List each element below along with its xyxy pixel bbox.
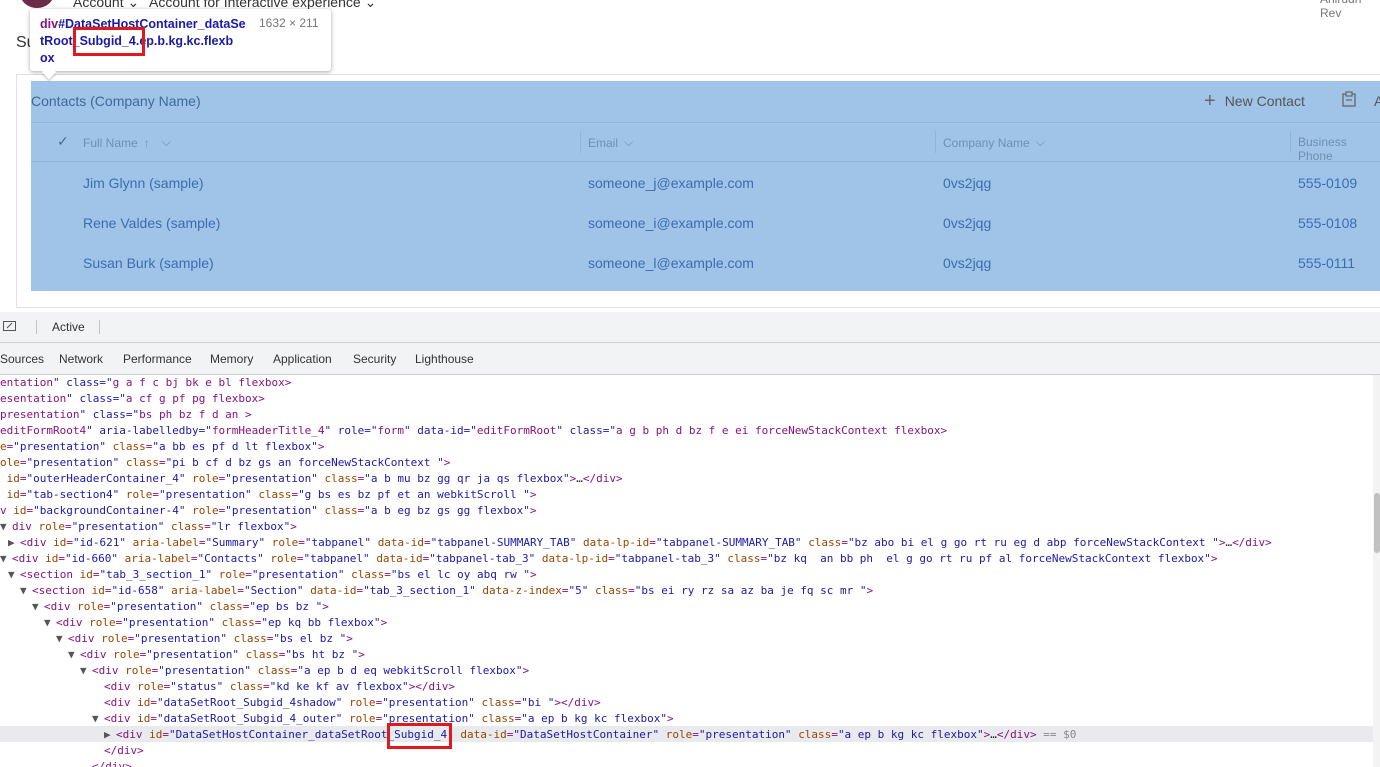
disclosure-triangle-icon[interactable]: ▼ (44, 615, 56, 631)
devtools-status-label: Active (52, 320, 85, 334)
disclosure-triangle-icon[interactable]: ▼ (80, 663, 92, 679)
disclosure-triangle-icon[interactable]: ▶ (8, 535, 20, 551)
clipboard-icon[interactable] (1342, 91, 1356, 107)
dom-node-line[interactable]: entation" class="g a f c bj bk e bl flex… (0, 375, 291, 391)
toolbar-divider (99, 320, 100, 334)
tooltip-selector: div#DataSetHostContainer_dataSe tRoot_Sub… (40, 17, 246, 65)
dom-node-line[interactable]: <div id="dataSetRoot_Subgid_4shadow" rol… (104, 695, 601, 711)
dom-node-line[interactable]: id="outerHeaderContainer_4" role="presen… (0, 471, 623, 487)
devtools-status-bar: Active (0, 312, 1380, 343)
scrollbar-track[interactable] (1373, 375, 1380, 767)
chevron-down-icon: ⌵ (624, 135, 634, 149)
tab-network[interactable]: Network (59, 352, 103, 366)
disclosure-triangle-icon[interactable]: ▶ (104, 727, 116, 743)
plus-icon: + (1204, 90, 1216, 112)
dom-node-line[interactable]: ▼ <div role="presentation" class="ep bs b… (32, 599, 329, 615)
entity-avatar (20, 0, 54, 8)
row-company-link[interactable]: 0vs2jqg (943, 215, 991, 231)
column-separator[interactable] (580, 131, 581, 153)
dom-node-line[interactable]: ole="presentation" class="pi b cf d bz g… (0, 455, 450, 471)
dom-node-line[interactable]: presentation" class="bs ph bz f d an > (0, 407, 252, 423)
column-separator[interactable] (1290, 131, 1291, 153)
undock-icon[interactable] (3, 321, 16, 331)
column-header-divider (31, 161, 1380, 162)
row-full-name-link[interactable]: Jim Glynn (sample) (83, 175, 204, 191)
dom-node-line[interactable]: </div> (92, 759, 132, 767)
disclosure-triangle-icon[interactable]: ▼ (8, 567, 20, 583)
dom-node-line[interactable]: ▼ <div role="presentation" class="ep kq b… (44, 615, 387, 631)
column-header-email[interactable]: Email ⌵ (588, 135, 633, 150)
dom-node-line[interactable]: ▼ <section id="id-658" aria-label="Sectio… (20, 583, 873, 599)
tab-performance[interactable]: Performance (123, 352, 192, 366)
row-company-link[interactable]: 0vs2jqg (943, 175, 991, 191)
toolbar-divider (36, 320, 37, 334)
new-contact-label: New Contact (1224, 93, 1305, 109)
tab-application[interactable]: Application (273, 352, 332, 366)
more-commands-partial[interactable]: A (1374, 93, 1380, 109)
disclosure-triangle-icon[interactable]: ▼ (68, 647, 80, 663)
row-phone[interactable]: 555-0111 (1298, 255, 1355, 271)
dom-node-line[interactable]: ▶ <div id="id-621" aria-label="Summary" r… (8, 535, 1272, 551)
element-inspector-tooltip: div#DataSetHostContainer_dataSe tRoot_Sub… (30, 9, 331, 71)
chevron-down-icon: ⌄ (364, 0, 377, 10)
row-full-name-link[interactable]: Rene Valdes (sample) (83, 215, 220, 231)
devtools-tabs: Sources Network Performance Memory Appli… (0, 343, 1380, 375)
dom-node-line[interactable]: e="presentation" class="a bb es pf d lt … (0, 439, 325, 455)
dom-node-line[interactable]: esentation" class="a cf g pf pg flexbox> (0, 391, 265, 407)
row-phone[interactable]: 555-0109 (1298, 175, 1357, 191)
row-company-link[interactable]: 0vs2jqg (943, 255, 991, 271)
subgrid-title: Contacts (Company Name) (31, 93, 201, 109)
column-header-full-name[interactable]: Full Name ↑ ⌵ (83, 135, 171, 150)
scrollbar-thumb[interactable] (1374, 493, 1380, 553)
column-header-company-name[interactable]: Company Name ⌵ (943, 135, 1045, 150)
new-contact-button[interactable]: + New Contact (1204, 91, 1305, 111)
row-email-link[interactable]: someone_l@example.com (588, 255, 754, 271)
dom-node-line[interactable]: ▼ <div role="presentation" class="bs el b… (56, 631, 353, 647)
disclosure-triangle-icon[interactable]: ▼ (92, 711, 104, 727)
disclosure-triangle-icon[interactable]: ▼ (56, 631, 68, 647)
chevron-down-icon: ⌵ (1035, 135, 1045, 149)
disclosure-triangle-icon[interactable]: ▼ (20, 583, 32, 599)
disclosure-triangle-icon[interactable]: ▼ (0, 519, 12, 535)
disclosure-triangle-icon[interactable]: ▼ (32, 599, 44, 615)
tab-memory[interactable]: Memory (210, 352, 253, 366)
elements-dom-tree[interactable]: entation" class="g a f c bj bk e bl flex… (0, 375, 1380, 767)
app-page: Account ⌄ Account for Interactive experi… (0, 0, 1380, 312)
header-divider (31, 122, 1380, 123)
disclosure-triangle-icon[interactable]: ▼ (0, 551, 12, 567)
row-email-link[interactable]: someone_i@example.com (588, 215, 754, 231)
select-all-checkmark-icon[interactable]: ✓ (57, 133, 69, 150)
row-full-name-link[interactable]: Susan Burk (sample) (83, 255, 214, 271)
tooltip-size: 1632 × 211 (259, 16, 319, 30)
dom-node-line[interactable]: ▼ <div role="presentation" class="a ep b … (80, 663, 529, 679)
sort-ascending-icon: ↑ (143, 135, 150, 150)
dom-node-line[interactable]: ▼ <section id="tab_3_section_1" role="pre… (8, 567, 537, 583)
row-phone[interactable]: 555-0108 (1298, 215, 1357, 231)
dom-node-line[interactable]: id="tab-section4" role="presentation" cl… (0, 487, 537, 503)
dom-node-line[interactable]: <div role="status" class="kd ke kf av fl… (104, 679, 455, 695)
column-header-business-phone[interactable]: Business Phone (1298, 135, 1380, 163)
dom-node-line[interactable]: ▶ <div id="DataSetHostContainer_dataSetRo… (104, 727, 1076, 743)
column-separator[interactable] (935, 131, 936, 153)
user-name: Anirudh Rev (1320, 0, 1361, 20)
chevron-down-icon: ⌵ (161, 135, 171, 149)
dom-node-line[interactable]: ▼ <div id="id-660" aria-label="Contacts" … (0, 551, 1217, 567)
tab-sources[interactable]: Sources (0, 352, 44, 366)
row-email-link[interactable]: someone_j@example.com (588, 175, 754, 191)
dom-node-line[interactable]: ▼ div role="presentation" class="lr flexb… (0, 519, 297, 535)
contacts-subgrid-highlight[interactable]: Contacts (Company Name) + New Contact A … (31, 81, 1380, 291)
tab-lighthouse[interactable]: Lighthouse (415, 352, 474, 366)
dom-node-line[interactable]: v id="backgroundContainer-4" role="prese… (0, 503, 537, 519)
dom-node-line[interactable]: ▼ <div role="presentation" class="bs ht b… (68, 647, 365, 663)
dom-node-line[interactable]: ▼ <div id="dataSetRoot_Subgid_4_outer" ro… (92, 711, 674, 727)
tab-security[interactable]: Security (353, 352, 396, 366)
dom-node-line[interactable]: </div> (104, 743, 144, 759)
dom-node-line[interactable]: editFormRoot4" aria-labelledby="formHead… (0, 423, 947, 439)
